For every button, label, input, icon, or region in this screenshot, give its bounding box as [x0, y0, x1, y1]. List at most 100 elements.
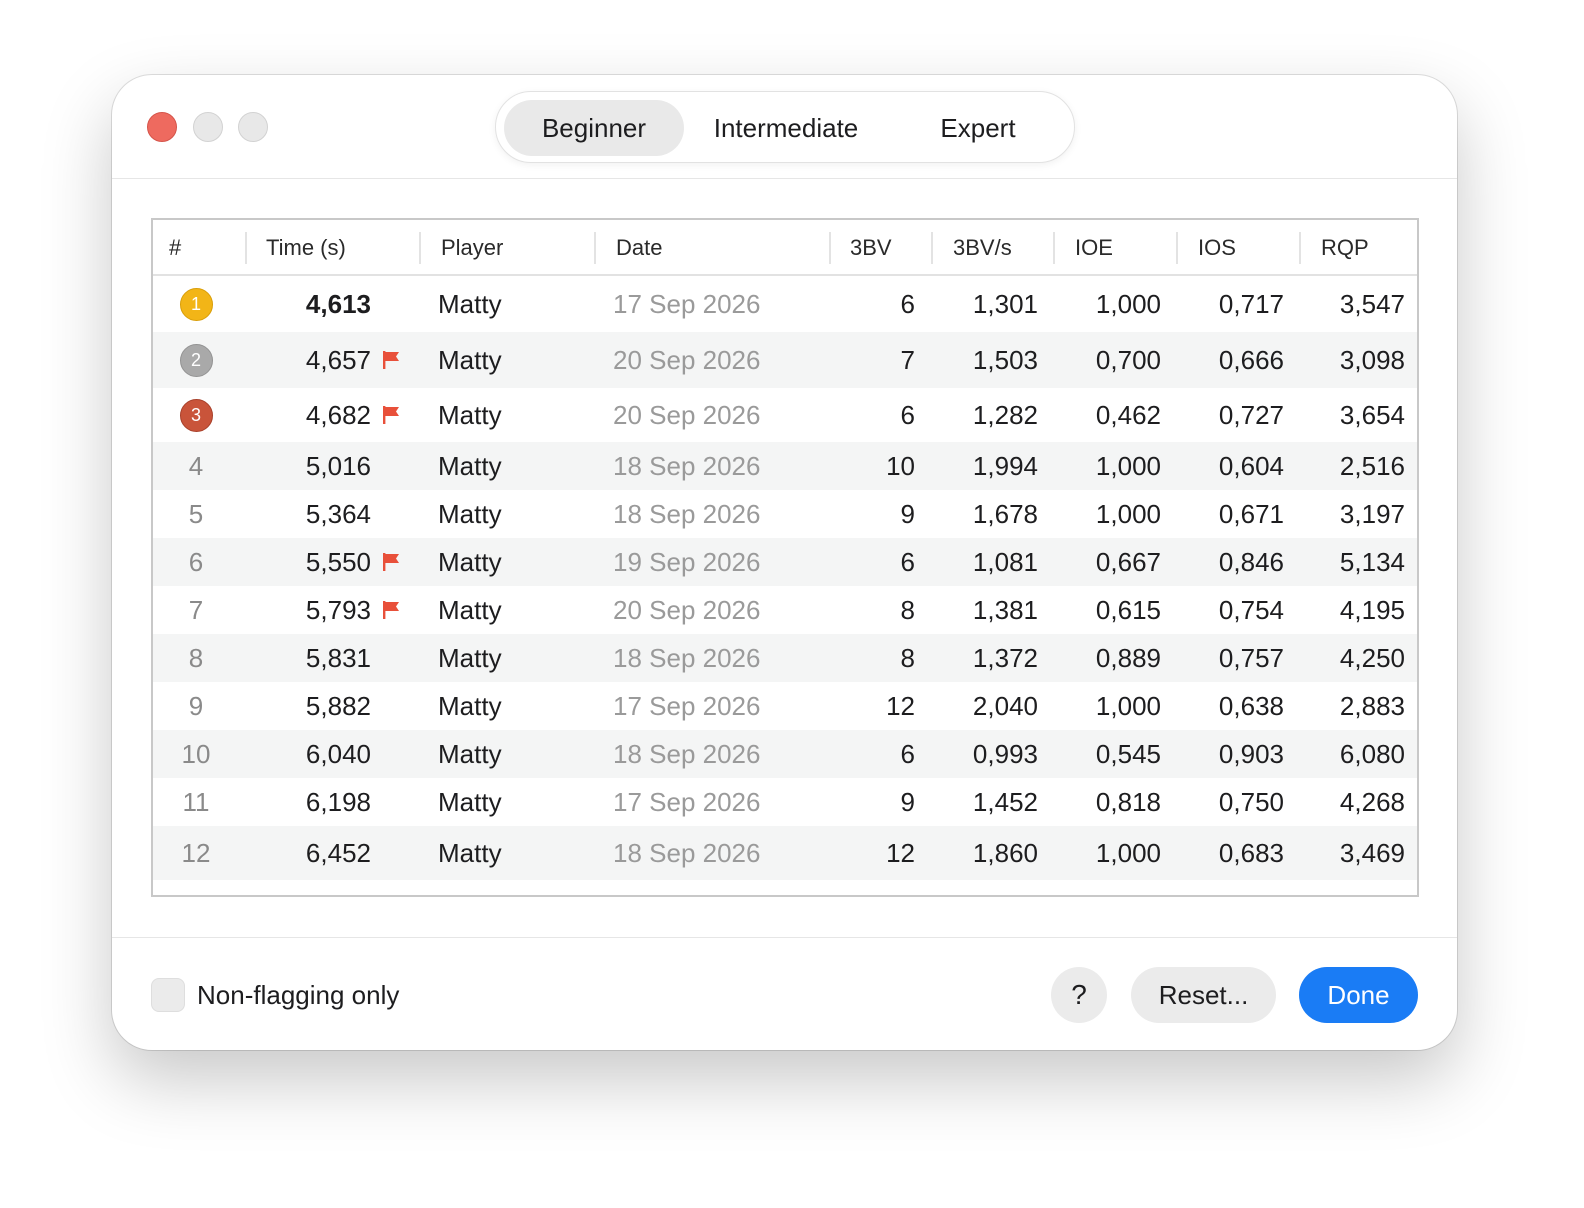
- player-cell: Matty: [438, 690, 502, 721]
- tab-beginner[interactable]: Beginner: [504, 100, 684, 156]
- rank-cell: 10: [181, 738, 211, 769]
- header-col-time[interactable]: Time (s): [266, 220, 346, 276]
- date-cell: 17 Sep 2026: [613, 786, 761, 817]
- rank-cell: 6: [188, 546, 204, 577]
- player-cell: Matty: [438, 344, 502, 375]
- table-row[interactable]: 10 6,040 Matty 18 Sep 2026 6 0,993 0,545 0,903 6…: [153, 730, 1417, 778]
- ios-cell: 0,666: [1218, 344, 1284, 375]
- 3bv-cell: 6: [900, 288, 915, 319]
- table-row[interactable]: 9 5,882 Matty 17 Sep 2026 12 2,040 1,000 0,638 2…: [153, 682, 1417, 730]
- 3bv-cell: 9: [900, 498, 915, 529]
- table-row[interactable]: 5 5,364 Matty 18 Sep 2026 9 1,678 1,000 0,671 3,…: [153, 490, 1417, 538]
- high-scores-window: Beginner Intermediate Expert # Time (s) Pl…: [112, 75, 1457, 1050]
- ios-cell: 0,604: [1218, 450, 1284, 481]
- 3bvs-cell: 1,994: [972, 450, 1038, 481]
- player-cell: Matty: [438, 786, 502, 817]
- date-cell: 18 Sep 2026: [613, 642, 761, 673]
- flag-icon: [381, 552, 401, 572]
- player-cell: Matty: [438, 450, 502, 481]
- player-cell: Matty: [438, 498, 502, 529]
- ioe-cell: 1,000: [1095, 450, 1161, 481]
- table-row[interactable]: 8 5,831 Matty 18 Sep 2026 8 1,372 0,889 0,757 4,…: [153, 634, 1417, 682]
- time-cell: 5,793: [305, 594, 371, 625]
- ios-cell: 0,903: [1218, 738, 1284, 769]
- ioe-cell: 0,700: [1095, 344, 1161, 375]
- header-col-3bvs[interactable]: 3BV/s: [953, 220, 1012, 276]
- non-flagging-checkbox[interactable]: [151, 978, 185, 1012]
- flag-icon: [381, 405, 401, 425]
- help-button[interactable]: ?: [1051, 967, 1107, 1023]
- rqp-cell: 4,268: [1339, 786, 1405, 817]
- table-row[interactable]: 1 4,613 Matty 17 Sep 2026 6 1,301 1,000 0,717 3,…: [153, 276, 1417, 332]
- table-row[interactable]: 6 5,550 Matty 19 Sep 2026 6 1,081 0,667 0,846 5,…: [153, 538, 1417, 586]
- rqp-cell: 2,883: [1339, 690, 1405, 721]
- ioe-cell: 0,889: [1095, 642, 1161, 673]
- time-cell: 6,040: [305, 738, 371, 769]
- header-col-ioe[interactable]: IOE: [1075, 220, 1113, 276]
- 3bvs-cell: 1,081: [972, 546, 1038, 577]
- table-row[interactable]: 4 5,016 Matty 18 Sep 2026 10 1,994 1,000 0,604 2…: [153, 442, 1417, 490]
- date-cell: 17 Sep 2026: [613, 690, 761, 721]
- player-cell: Matty: [438, 594, 502, 625]
- table-row[interactable]: 7 5,793 Matty 20 Sep 2026 8 1,381 0,615 0,754 4,…: [153, 586, 1417, 634]
- rqp-cell: 3,654: [1339, 399, 1405, 430]
- time-cell: 5,550: [305, 546, 371, 577]
- rank-cell: 1: [171, 276, 221, 332]
- date-cell: 20 Sep 2026: [613, 399, 761, 430]
- header-col-3bv[interactable]: 3BV: [850, 220, 892, 276]
- header-separator: [1053, 232, 1055, 264]
- done-button[interactable]: Done: [1299, 967, 1418, 1023]
- header-separator: [931, 232, 933, 264]
- close-window-button[interactable]: [147, 112, 177, 142]
- tab-intermediate[interactable]: Intermediate: [691, 100, 881, 156]
- 3bvs-cell: 0,993: [972, 738, 1038, 769]
- header-col-rank[interactable]: #: [169, 220, 181, 276]
- header-col-rqp[interactable]: RQP: [1321, 220, 1369, 276]
- rank-cell: 3: [171, 388, 221, 442]
- header-col-ios[interactable]: IOS: [1198, 220, 1236, 276]
- header-separator: [594, 232, 596, 264]
- reset-button[interactable]: Reset...: [1131, 967, 1276, 1023]
- player-cell: Matty: [438, 288, 502, 319]
- 3bvs-cell: 1,381: [972, 594, 1038, 625]
- 3bv-cell: 10: [886, 450, 915, 481]
- rank-cell: 7: [188, 594, 204, 625]
- date-cell: 18 Sep 2026: [613, 450, 761, 481]
- table-row[interactable]: 3 4,682 Matty 20 Sep 2026 6 1,282 0,462 0,727 3,…: [153, 388, 1417, 442]
- medal-silver-icon: 2: [179, 343, 213, 377]
- rqp-cell: 3,197: [1339, 498, 1405, 529]
- zoom-window-button[interactable]: [238, 112, 268, 142]
- ioe-cell: 0,615: [1095, 594, 1161, 625]
- table-row[interactable]: 2 4,657 Matty 20 Sep 2026 7 1,503 0,700 0,666 3,…: [153, 332, 1417, 388]
- time-cell: 4,657: [305, 344, 371, 375]
- header-col-date[interactable]: Date: [616, 220, 662, 276]
- 3bv-cell: 6: [900, 399, 915, 430]
- player-cell: Matty: [438, 642, 502, 673]
- rqp-cell: 6,080: [1339, 738, 1405, 769]
- ioe-cell: 0,462: [1095, 399, 1161, 430]
- table-row[interactable]: 11 6,198 Matty 17 Sep 2026 9 1,452 0,818 0,750 4…: [153, 778, 1417, 826]
- minimize-window-button[interactable]: [193, 112, 223, 142]
- header-separator: [829, 232, 831, 264]
- tab-expert[interactable]: Expert: [888, 100, 1068, 156]
- 3bv-cell: 6: [900, 738, 915, 769]
- ios-cell: 0,727: [1218, 399, 1284, 430]
- ios-cell: 0,750: [1218, 786, 1284, 817]
- player-cell: Matty: [438, 399, 502, 430]
- ioe-cell: 1,000: [1095, 837, 1161, 868]
- ios-cell: 0,671: [1218, 498, 1284, 529]
- date-cell: 20 Sep 2026: [613, 594, 761, 625]
- 3bv-cell: 6: [900, 546, 915, 577]
- table-row[interactable]: 12 6,452 Matty 18 Sep 2026 12 1,860 1,000 0,683…: [153, 826, 1417, 880]
- header-col-player[interactable]: Player: [441, 220, 503, 276]
- difficulty-segmented-control: Beginner Intermediate Expert: [495, 91, 1075, 163]
- title-bar: Beginner Intermediate Expert: [112, 75, 1457, 179]
- rank-cell: 2: [171, 332, 221, 388]
- ios-cell: 0,717: [1218, 288, 1284, 319]
- ios-cell: 0,754: [1218, 594, 1284, 625]
- rqp-cell: 3,547: [1339, 288, 1405, 319]
- date-cell: 17 Sep 2026: [613, 288, 761, 319]
- rqp-cell: 4,195: [1339, 594, 1405, 625]
- 3bvs-cell: 1,372: [972, 642, 1038, 673]
- footer-divider: [112, 937, 1457, 938]
